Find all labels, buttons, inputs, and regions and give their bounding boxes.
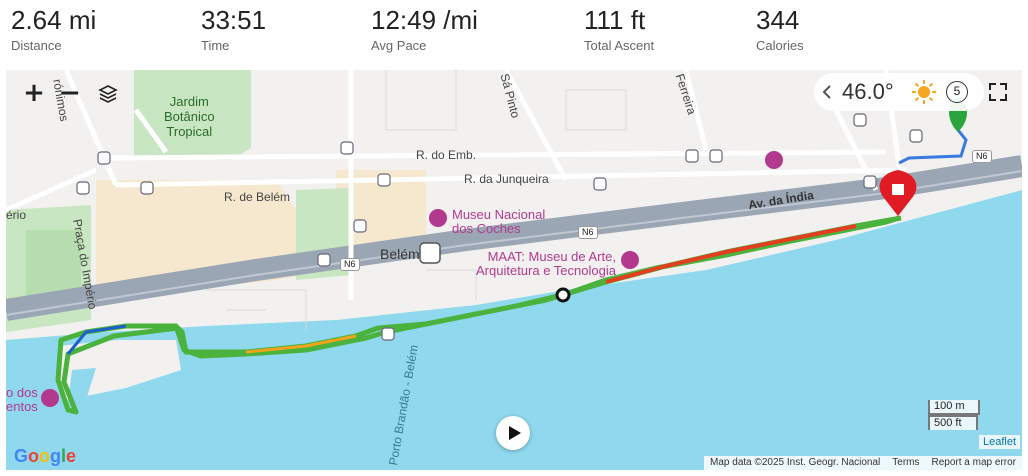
scale-metric: 100 m xyxy=(928,400,980,415)
scale-imperial: 500 ft xyxy=(928,415,978,430)
stats-bar: 2.64 mi Distance 33:51 Time 12:49 /mi Av… xyxy=(0,0,1028,68)
wind-speed-badge: 5 xyxy=(946,81,968,103)
street-label: R. da Junqueira xyxy=(464,172,549,186)
stat-label: Avg Pace xyxy=(371,38,427,53)
stat-label: Time xyxy=(201,38,230,53)
garden-label: Jardim Botânico Tropical xyxy=(164,94,215,139)
poi-label-maat[interactable]: MAAT: Museu de Arte, Arquitetura e Tecno… xyxy=(476,250,616,278)
attribution-text: Map data ©2025 Inst. Geogr. Nacional xyxy=(710,457,881,468)
stat-label: Distance xyxy=(11,38,62,53)
chevron-left-icon[interactable] xyxy=(822,85,832,99)
map-attribution: Map data ©2025 Inst. Geogr. Nacional Ter… xyxy=(704,456,1022,470)
stat-value: 33:51 xyxy=(201,5,267,35)
playback-button[interactable] xyxy=(496,416,530,450)
layers-button[interactable] xyxy=(92,78,124,110)
stat-calories: 344 Calories xyxy=(756,4,804,53)
weather-temperature: 46.0° xyxy=(842,79,894,104)
stat-distance: 2.64 mi Distance xyxy=(11,4,96,53)
road-shield: N6 xyxy=(578,226,598,239)
stat-label: Calories xyxy=(756,38,804,53)
fullscreen-button[interactable] xyxy=(984,78,1012,106)
expand-icon xyxy=(989,83,1007,101)
stat-label: Total Ascent xyxy=(584,38,655,53)
stat-avg-pace: 12:49 /mi Avg Pace xyxy=(371,4,478,53)
terms-link[interactable]: Terms xyxy=(886,456,925,470)
poi-label-descobrimentos[interactable]: o dos entos xyxy=(6,386,38,414)
sun-icon xyxy=(912,80,936,104)
zoom-out-button[interactable]: − xyxy=(54,78,86,110)
layers-icon xyxy=(98,85,118,103)
route-map[interactable]: Jardim Botânico Tropical R. do Emb. R. d… xyxy=(6,70,1022,470)
play-icon xyxy=(509,426,521,440)
stat-time: 33:51 Time xyxy=(201,4,266,53)
train-station-icon xyxy=(419,242,441,264)
google-logo: Google xyxy=(14,446,77,466)
leaflet-link[interactable]: Leaflet xyxy=(978,435,1020,449)
street-label: ério xyxy=(6,208,27,222)
station-label: Belém xyxy=(380,246,420,262)
route-midpoint-marker xyxy=(555,287,571,303)
zoom-in-button[interactable]: + xyxy=(18,78,50,110)
street-label: R. do Emb. xyxy=(416,148,477,162)
poi-label-museu-coches[interactable]: Museu Nacional dos Coches xyxy=(452,208,545,236)
stat-total-ascent: 111 ft Total Ascent xyxy=(584,4,654,53)
stat-value: 344 xyxy=(756,5,800,35)
street-label: R. de Belém xyxy=(224,190,291,204)
stat-value: 111 ft xyxy=(584,5,646,35)
report-error-link[interactable]: Report a map error xyxy=(926,456,1022,470)
map-scale: 100 m 500 ft xyxy=(928,400,980,430)
weather-widget[interactable]: 46.0° 5 xyxy=(814,73,984,111)
stat-value: 2.64 mi xyxy=(11,5,97,35)
stat-value: 12:49 /mi xyxy=(371,5,478,35)
road-shield: N6 xyxy=(972,150,992,163)
road-shield: N6 xyxy=(340,258,360,271)
